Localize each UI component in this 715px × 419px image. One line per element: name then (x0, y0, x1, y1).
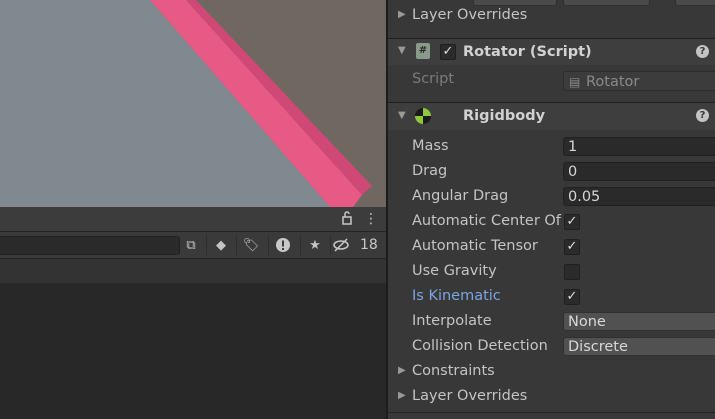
favorite-star-icon[interactable]: ★ (300, 235, 329, 255)
top-layer-overrides-row[interactable]: ▶ Layer Overrides (388, 4, 715, 29)
scene-link-icon[interactable]: ⧉ (176, 235, 205, 255)
foldout-right-icon[interactable]: ▶ (398, 390, 406, 401)
inspector-panel: ▶ Layer Overrides ▼ # ✓ Rotator (Script)… (388, 0, 715, 419)
foldout-right-icon[interactable]: ▶ (398, 365, 406, 376)
panel-subheader (0, 259, 386, 284)
auto-center-row: Automatic Center Of ✓ (388, 210, 715, 235)
mass-row: Mass 1 (388, 135, 715, 160)
kebab-menu-icon[interactable]: ⋮ (364, 210, 378, 228)
script-label: Script (412, 71, 455, 87)
foldout-down-icon[interactable]: ▼ (398, 45, 406, 56)
collision-row: Collision Detection Discrete (388, 335, 715, 360)
search-input[interactable] (0, 236, 180, 255)
divider (388, 412, 715, 413)
hidden-eye-icon[interactable] (330, 235, 351, 255)
rigidbody-icon (414, 107, 432, 129)
search-row: ⧉ ◆ 🏷 ★ (0, 232, 386, 259)
foldout-right-icon[interactable]: ▶ (398, 9, 406, 20)
foldout-down-icon[interactable]: ▼ (398, 110, 406, 121)
panel-toolbar: ⋮ (0, 207, 386, 232)
label-filter-icon[interactable]: 🏷 (236, 235, 265, 255)
script-row: Script ▤ Rotator (388, 68, 715, 93)
scene-geometry (0, 0, 372, 207)
layer-overrides-row[interactable]: ▶ Layer Overrides (388, 385, 715, 410)
auto-tensor-label: Automatic Tensor (412, 238, 538, 254)
lock-icon[interactable] (341, 210, 353, 231)
collision-dropdown[interactable]: Discrete (563, 337, 715, 356)
interpolate-row: Interpolate None (388, 310, 715, 335)
top-layer-overrides-label: Layer Overrides (412, 7, 528, 23)
rigidbody-title: Rigidbody (463, 108, 546, 124)
is-kinematic-row: Is Kinematic ✓ (388, 285, 715, 310)
use-gravity-row: Use Gravity (388, 260, 715, 285)
script-field[interactable]: ▤ Rotator (563, 71, 715, 91)
constraints-row[interactable]: ▶ Constraints (388, 360, 715, 385)
auto-tensor-row: Automatic Tensor ✓ (388, 235, 715, 260)
type-filter-icon[interactable]: ◆ (206, 235, 235, 255)
is-kinematic-checkbox[interactable]: ✓ (564, 289, 580, 305)
hidden-count: 18 (360, 237, 378, 253)
interpolate-dropdown[interactable]: None (563, 312, 715, 331)
auto-tensor-checkbox[interactable]: ✓ (564, 239, 580, 255)
use-gravity-checkbox[interactable] (564, 264, 580, 280)
help-icon[interactable]: ? (696, 45, 709, 58)
drag-field[interactable]: 0 (563, 162, 715, 181)
is-kinematic-label: Is Kinematic (412, 288, 501, 304)
drag-label: Drag (412, 163, 448, 179)
rigidbody-header[interactable]: ▼ Rigidbody ? (388, 102, 715, 130)
rotator-header[interactable]: ▼ # ✓ Rotator (Script) ? (388, 38, 715, 65)
drag-row: Drag 0 (388, 160, 715, 185)
script-icon: # (416, 43, 430, 59)
rotator-title: Rotator (Script) (463, 44, 592, 60)
constraints-label: Constraints (412, 363, 495, 379)
layer-overrides-label: Layer Overrides (412, 388, 528, 404)
rotator-enabled-checkbox[interactable]: ✓ (440, 44, 456, 60)
auto-center-label: Automatic Center Of (412, 213, 561, 229)
interpolate-label: Interpolate (412, 313, 492, 329)
help-icon[interactable]: ? (696, 109, 709, 122)
scene-view[interactable] (0, 0, 386, 207)
collision-label: Collision Detection (412, 338, 548, 354)
angular-drag-field[interactable]: 0.05 (563, 187, 715, 206)
warning-icon[interactable] (268, 235, 297, 255)
use-gravity-label: Use Gravity (412, 263, 497, 279)
script-value: Rotator (586, 74, 640, 90)
script-file-icon: ▤ (569, 75, 581, 89)
auto-center-checkbox[interactable]: ✓ (564, 214, 580, 230)
angular-drag-label: Angular Drag (412, 188, 509, 204)
project-panel: ⋮ ⧉ ◆ 🏷 ★ 18 (0, 207, 386, 419)
mass-field[interactable]: 1 (563, 137, 715, 156)
mass-label: Mass (412, 138, 449, 154)
angular-drag-row: Angular Drag 0.05 (388, 185, 715, 210)
